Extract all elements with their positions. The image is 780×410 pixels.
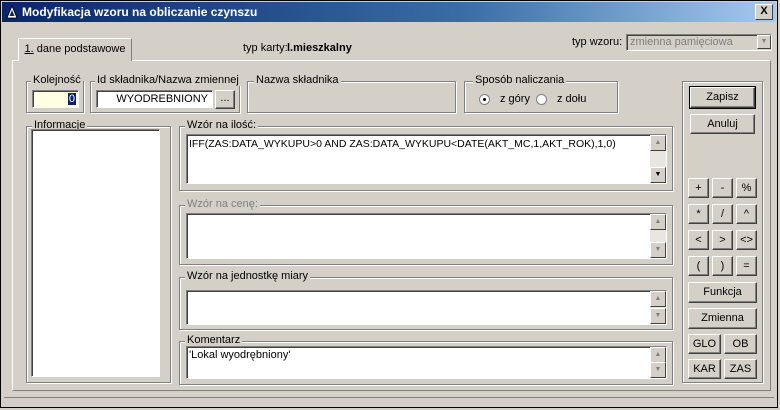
- op-greater-button[interactable]: >: [712, 230, 733, 250]
- tab-hotkey: 1.: [24, 43, 34, 55]
- ob-button[interactable]: OB: [724, 334, 757, 354]
- close-button[interactable]: X: [755, 4, 773, 20]
- wzor-ilosc-label: Wzór na ilość:: [185, 119, 259, 131]
- kar-button[interactable]: KAR: [688, 359, 721, 379]
- typ-wzoru-value: zmienna pamięciowa: [630, 36, 733, 48]
- scroll-up-icon[interactable]: ▲: [650, 347, 666, 363]
- kolejnosc-field[interactable]: 0: [32, 90, 79, 108]
- radio-z-dolu-label: z dołu: [557, 93, 587, 105]
- scroll-up-icon[interactable]: ▲: [650, 214, 666, 230]
- title-bar: Modyfikacja wzoru na obliczanie czynszu …: [2, 2, 776, 22]
- op-plus-button[interactable]: +: [688, 178, 709, 198]
- window-title: Modyfikacja wzoru na obliczanie czynszu: [22, 5, 258, 19]
- scroll-up-icon[interactable]: ▲: [650, 291, 666, 307]
- komentarz-label: Komentarz: [185, 334, 243, 346]
- wzor-jm-scrollbar[interactable]: ▲ ▼: [650, 291, 666, 324]
- op-percent-button[interactable]: %: [736, 178, 757, 198]
- status-bar: [4, 397, 774, 406]
- browse-button[interactable]: ...: [215, 90, 235, 109]
- wzor-jm-field[interactable]: ▲ ▼: [186, 290, 667, 325]
- radio-z-gory[interactable]: [479, 94, 490, 105]
- dialog-window: Modyfikacja wzoru na obliczanie czynszu …: [0, 0, 778, 408]
- typ-karty-label: typ karty:: [243, 42, 288, 54]
- zas-button[interactable]: ZAS: [724, 359, 757, 379]
- scroll-down-icon[interactable]: ▼: [650, 308, 666, 324]
- op-minus-button[interactable]: -: [712, 178, 733, 198]
- informacje-field[interactable]: [31, 129, 160, 377]
- scroll-down-icon[interactable]: ▼: [650, 167, 666, 183]
- kolejnosc-value: 0: [67, 93, 76, 105]
- wzor-ilosc-value: IFF(ZAS:DATA_WYKUPU>0 AND ZAS:DATA_WYKUP…: [189, 138, 616, 150]
- id-skladnika-field[interactable]: WYODREBNIONY: [96, 90, 213, 108]
- wzor-jm-label: Wzór na jednostkę miary: [185, 270, 311, 282]
- zapisz-button[interactable]: Zapisz: [689, 86, 756, 109]
- radio-z-gory-label: z góry: [500, 93, 530, 105]
- anuluj-button[interactable]: Anuluj: [690, 114, 755, 134]
- funkcja-button[interactable]: Funkcja: [688, 282, 757, 303]
- komentarz-value: 'Lokal wyodrębniony': [189, 349, 291, 361]
- op-less-button[interactable]: <: [688, 230, 709, 250]
- typ-karty-value: l.mieszkalny: [287, 42, 352, 54]
- scroll-down-icon[interactable]: ▼: [650, 242, 666, 258]
- id-skladnika-label: Id składnika/Nazwa zmiennej: [95, 74, 241, 86]
- scroll-up-icon[interactable]: ▲: [650, 135, 666, 151]
- glo-button[interactable]: GLO: [688, 334, 721, 354]
- wzor-ilosc-field[interactable]: IFF(ZAS:DATA_WYKUPU>0 AND ZAS:DATA_WYKUP…: [186, 134, 667, 184]
- op-divide-button[interactable]: /: [712, 204, 733, 224]
- wzor-cene-scrollbar[interactable]: ▲ ▼: [650, 214, 666, 258]
- app-triangle-icon: [6, 5, 18, 19]
- op-rparen-button[interactable]: ): [712, 256, 733, 276]
- typ-wzoru-label: typ wzoru:: [572, 36, 623, 48]
- wzor-cene-field[interactable]: ▲ ▼: [186, 213, 667, 259]
- kolejnosc-label: Kolejność: [31, 74, 83, 86]
- nazwa-skladnika-label: Nazwa składnika: [254, 74, 341, 86]
- tab-label: dane podstawowe: [33, 43, 126, 55]
- sposob-label: Sposób naliczania: [473, 74, 567, 86]
- op-notequal-button[interactable]: <>: [736, 230, 757, 250]
- op-equal-button[interactable]: =: [736, 256, 757, 276]
- zmienna-button[interactable]: Zmienna: [688, 308, 757, 329]
- tab-dane-podstawowe[interactable]: 1. dane podstawowe: [18, 38, 132, 61]
- op-power-button[interactable]: ^: [736, 204, 757, 224]
- komentarz-field[interactable]: 'Lokal wyodrębniony' ▲ ▼: [186, 346, 667, 379]
- wzor-ilosc-scrollbar[interactable]: ▲ ▼: [650, 135, 666, 183]
- wzor-cene-label: Wzór na cenę:: [185, 198, 260, 210]
- scroll-down-icon[interactable]: ▼: [650, 362, 666, 378]
- komentarz-scrollbar[interactable]: ▲ ▼: [650, 347, 666, 378]
- typ-wzoru-select[interactable]: zmienna pamięciowa ▼: [626, 34, 772, 51]
- op-multiply-button[interactable]: *: [688, 204, 709, 224]
- radio-dot: [483, 98, 486, 101]
- radio-z-dolu[interactable]: [536, 94, 547, 105]
- chevron-down-icon[interactable]: ▼: [757, 35, 771, 49]
- id-skladnika-value: WYODREBNIONY: [116, 93, 208, 105]
- op-lparen-button[interactable]: (: [688, 256, 709, 276]
